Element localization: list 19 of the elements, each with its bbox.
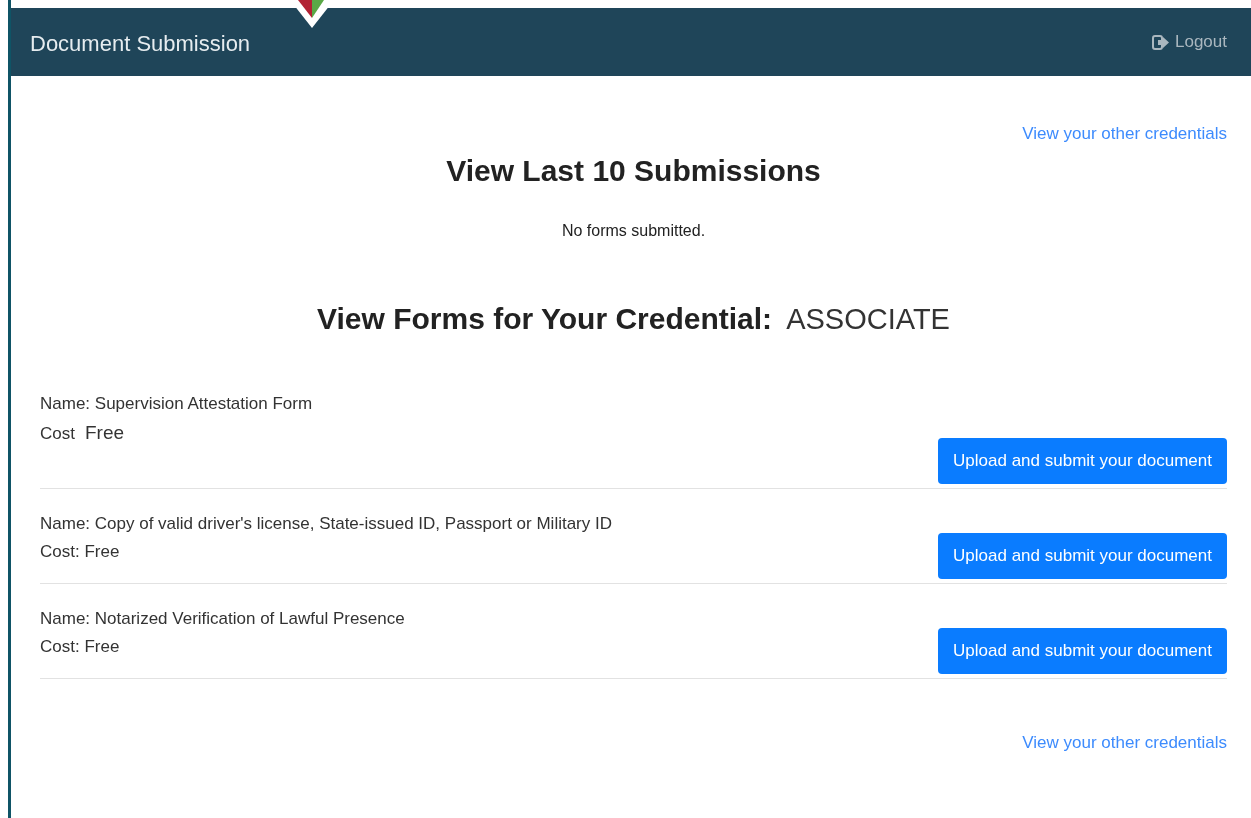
empty-message: No forms submitted. — [560, 222, 707, 240]
other-credentials-link[interactable]: View your other credentials — [1022, 124, 1227, 144]
upload-button[interactable]: Upload and submit your document — [938, 533, 1227, 579]
other-credentials-link[interactable]: View your other credentials — [1022, 733, 1227, 753]
section-heading: View Last 10 Submissions — [445, 154, 822, 188]
logout-icon — [1152, 34, 1169, 50]
form-cost: Cost: Free — [40, 637, 121, 657]
cost-value: Free — [84, 422, 125, 444]
form-cost: Cost: Free — [40, 542, 121, 562]
cost-label: Cost — [40, 424, 75, 444]
form-name: Name: Supervision Attestation Form — [40, 394, 313, 414]
credential-name: ASSOCIATE — [786, 303, 950, 336]
logout-link[interactable]: Logout — [1152, 32, 1227, 52]
app-title: Document Submission — [30, 30, 251, 57]
form-name: Name: Copy of valid driver's license, State-issued ID, Passport or Military ID — [40, 514, 612, 534]
section-heading: View Forms for Your Credential: — [317, 302, 773, 336]
upload-button[interactable]: Upload and submit your document — [938, 438, 1227, 484]
upload-button[interactable]: Upload and submit your document — [938, 628, 1227, 674]
form-name: Name: Notarized Verification of Lawful Presence — [40, 609, 405, 629]
